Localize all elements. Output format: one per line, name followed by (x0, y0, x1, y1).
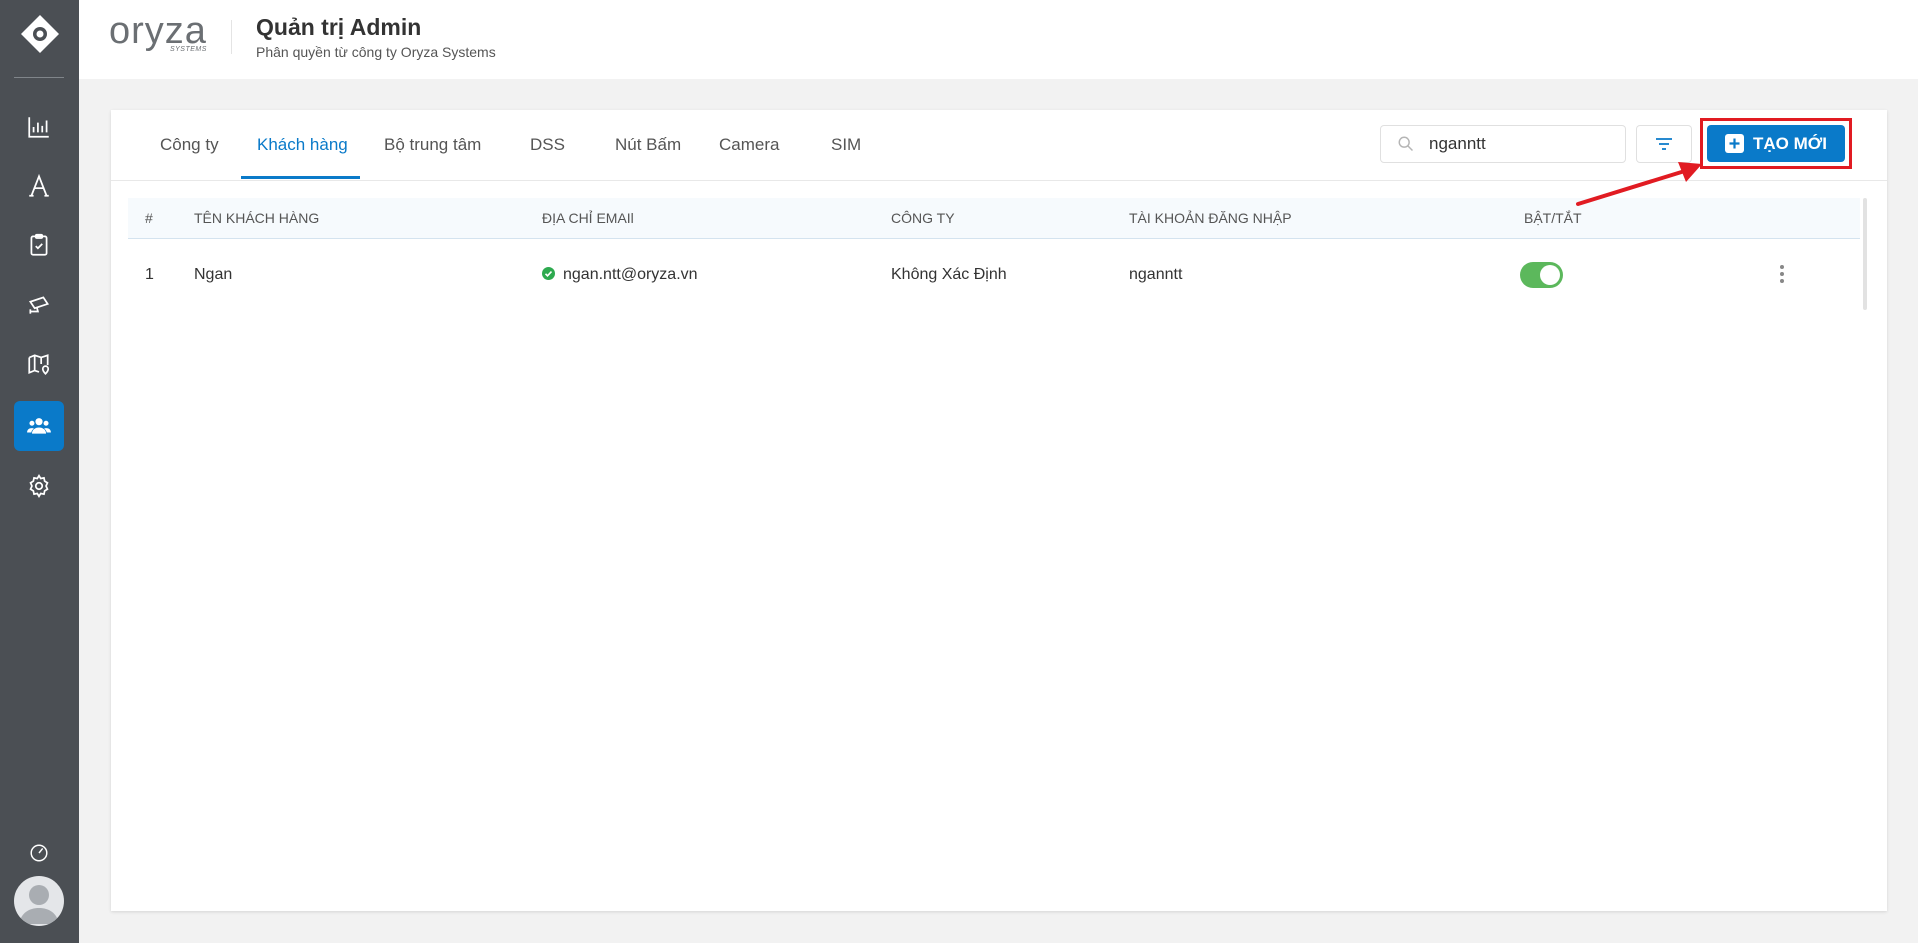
enable-toggle[interactable] (1520, 262, 1563, 288)
cell-username: nganntt (1129, 266, 1183, 283)
sidebar-item-users[interactable] (14, 401, 64, 451)
cell-email-text: ngan.ntt@oryza.vn (563, 266, 698, 283)
sidebar-item-speed[interactable] (14, 828, 64, 878)
chart-icon (28, 117, 49, 138)
sidebar (0, 0, 79, 943)
verified-check-icon (542, 267, 555, 281)
tab-company[interactable]: Công ty (160, 135, 219, 155)
page-title: Quản trị Admin (256, 14, 422, 40)
header-divider (231, 20, 232, 54)
create-button[interactable]: TẠO MỚI (1707, 125, 1845, 162)
filter-icon (1656, 138, 1672, 150)
column-header-index: # (145, 210, 153, 226)
speedometer-icon (30, 844, 48, 862)
row-actions-menu-icon[interactable] (1780, 265, 1784, 285)
plus-icon (1725, 134, 1744, 153)
page-subtitle: Phân quyền từ công ty Oryza Systems (256, 44, 496, 60)
brand-name: oryza (109, 10, 207, 52)
column-header-name[interactable]: TÊN KHÁCH HÀNG (194, 210, 319, 226)
map-pin-icon (28, 354, 50, 375)
tab-camera[interactable]: Camera (719, 135, 779, 155)
search-input[interactable] (1429, 134, 1609, 154)
cell-index: 1 (145, 266, 154, 283)
annotation-arrow (1576, 162, 1702, 206)
create-button-label: TẠO MỚI (1753, 133, 1827, 153)
toggle-knob (1540, 265, 1560, 285)
gear-icon (29, 474, 49, 498)
sidebar-item-fonts[interactable] (14, 161, 64, 211)
create-button-highlight: TẠO MỚI (1700, 118, 1852, 169)
sidebar-divider (14, 77, 64, 78)
main-panel: Công ty Khách hàng Bộ trung tâm DSS Nút … (111, 110, 1887, 911)
column-header-toggle[interactable]: BẬT/TẮT (1524, 210, 1582, 226)
clipboard-check-icon (30, 233, 48, 256)
font-icon (29, 173, 49, 197)
tab-sim[interactable]: SIM (831, 135, 861, 155)
active-tab-indicator (241, 176, 360, 179)
sidebar-item-map[interactable] (14, 339, 64, 389)
table-row[interactable]: 1 Ngan ngan.ntt@oryza.vn Không Xác Định … (128, 239, 1860, 313)
column-header-email[interactable]: ĐỊA CHỈ EMAIl (542, 210, 634, 226)
user-avatar-icon (19, 885, 59, 924)
cell-company: Không Xác Định (891, 266, 1007, 283)
sidebar-item-dashboard[interactable] (14, 102, 64, 152)
sidebar-item-settings[interactable] (14, 461, 64, 511)
cell-email: ngan.ntt@oryza.vn (542, 266, 698, 284)
tab-buttons[interactable]: Nút Bấm (615, 135, 681, 155)
app-logo-icon[interactable] (20, 14, 60, 54)
tab-customers[interactable]: Khách hàng (257, 135, 348, 155)
customer-table: # TÊN KHÁCH HÀNG ĐỊA CHỈ EMAIl CÔNG TY T… (128, 198, 1860, 313)
brand-logo: oryza SYSTEMS (109, 10, 207, 53)
tab-dss[interactable]: DSS (530, 135, 565, 155)
users-icon (27, 418, 51, 434)
avatar[interactable] (14, 876, 64, 926)
camera-icon (28, 296, 50, 314)
table-scrollbar[interactable] (1863, 198, 1867, 310)
search-icon (1398, 136, 1413, 151)
sidebar-item-cameras[interactable] (14, 280, 64, 330)
app-header: oryza SYSTEMS Quản trị Admin Phân quyền … (79, 0, 1918, 79)
column-header-company[interactable]: CÔNG TY (891, 210, 955, 226)
tab-central-unit[interactable]: Bộ trung tâm (384, 135, 481, 155)
sidebar-item-tasks[interactable] (14, 220, 64, 270)
column-header-username[interactable]: TÀI KHOẢN ĐĂNG NHẬP (1129, 210, 1292, 226)
cell-name: Ngan (194, 266, 233, 283)
